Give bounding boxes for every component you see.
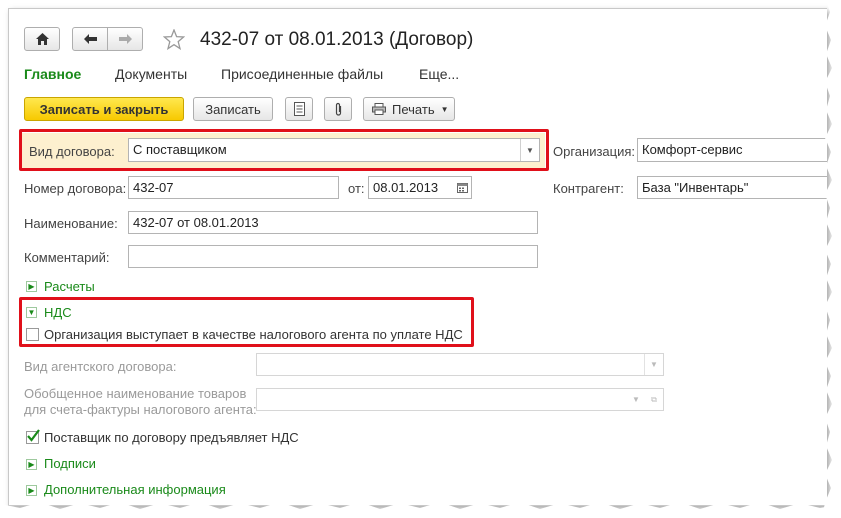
expand-icon[interactable]: ▶ xyxy=(26,281,37,292)
group-additional-info[interactable]: Дополнительная информация xyxy=(44,482,226,497)
tab-attached-files[interactable]: Присоединенные файлы xyxy=(221,66,383,82)
forward-button[interactable] xyxy=(107,27,143,51)
comment-input[interactable] xyxy=(128,245,538,268)
organization-label: Организация: xyxy=(553,144,636,159)
print-label: Печать xyxy=(392,101,435,117)
calendar-icon[interactable] xyxy=(453,177,471,198)
attach-button[interactable] xyxy=(324,97,352,121)
page-title: 432-07 от 08.01.2013 (Договор) xyxy=(200,29,474,50)
printer-icon xyxy=(372,103,386,115)
organization-field[interactable]: Комфорт-сервис xyxy=(637,138,827,162)
save-and-close-button[interactable]: Записать и закрыть xyxy=(24,97,184,121)
home-button[interactable] xyxy=(24,27,60,51)
tax-agent-checkbox[interactable] xyxy=(26,328,39,341)
tax-agent-checkbox-label: Организация выступает в качестве налогов… xyxy=(44,327,463,342)
expand-icon[interactable]: ▶ xyxy=(26,459,37,470)
supplier-vat-checkbox[interactable] xyxy=(26,429,40,444)
comment-label: Комментарий: xyxy=(24,250,110,265)
paperclip-icon xyxy=(335,102,341,116)
name-value: 432-07 от 08.01.2013 xyxy=(133,215,259,230)
contract-number-value: 432-07 xyxy=(133,180,174,195)
organization-value: Комфорт-сервис xyxy=(642,142,743,157)
home-icon xyxy=(35,33,49,45)
goods-name-label-line2: для счета-фактуры налогового агента: xyxy=(24,402,257,417)
back-button[interactable] xyxy=(72,27,108,51)
star-icon[interactable] xyxy=(163,29,185,50)
print-button[interactable]: Печать ▼ xyxy=(363,97,455,121)
chevron-down-icon: ▼ xyxy=(440,104,449,114)
document-window: 432-07 от 08.01.2013 (Договор) Главное Д… xyxy=(8,8,827,506)
name-input[interactable]: 432-07 от 08.01.2013 xyxy=(128,211,538,234)
contract-number-input[interactable]: 432-07 xyxy=(128,176,339,199)
chevron-down-icon: ▼ xyxy=(632,395,640,404)
goods-name-select: ▼ ⧉ xyxy=(256,388,664,411)
chevron-down-icon[interactable]: ▼ xyxy=(520,139,539,161)
counterparty-label: Контрагент: xyxy=(553,181,624,196)
date-value: 08.01.2013 xyxy=(373,180,439,195)
agent-contract-kind-select: ▼ xyxy=(256,353,664,376)
counterparty-value: База "Инвентарь" xyxy=(642,180,749,195)
open-icon: ⧉ xyxy=(651,394,657,404)
document-list-icon xyxy=(293,102,305,116)
collapse-icon[interactable]: ▼ xyxy=(26,307,37,318)
torn-edge-decoration xyxy=(821,0,841,518)
goods-name-label-line1: Обобщенное наименование товаров xyxy=(24,386,247,401)
date-label: от: xyxy=(348,181,365,196)
group-vat[interactable]: НДС xyxy=(44,305,72,320)
group-settlements[interactable]: Расчеты xyxy=(44,279,95,294)
tab-documents[interactable]: Документы xyxy=(115,66,187,82)
save-button[interactable]: Записать xyxy=(193,97,273,121)
supplier-vat-checkbox-label: Поставщик по договору предъявляет НДС xyxy=(44,430,299,445)
expand-icon[interactable]: ▶ xyxy=(26,485,37,496)
report-button[interactable] xyxy=(285,97,313,121)
arrow-left-icon xyxy=(83,34,97,44)
contract-kind-label: Вид договора: xyxy=(29,144,115,159)
date-input[interactable]: 08.01.2013 xyxy=(368,176,472,199)
tab-main[interactable]: Главное xyxy=(24,66,81,82)
checkmark-icon xyxy=(27,429,40,442)
arrow-right-icon xyxy=(118,34,132,44)
torn-bottom-decoration xyxy=(0,502,841,518)
agent-contract-kind-label: Вид агентского договора: xyxy=(24,359,177,374)
chevron-down-icon: ▼ xyxy=(644,354,663,375)
name-label: Наименование: xyxy=(24,216,118,231)
contract-number-label: Номер договора: xyxy=(24,181,127,196)
group-signatures[interactable]: Подписи xyxy=(44,456,96,471)
counterparty-field[interactable]: База "Инвентарь" xyxy=(637,176,827,199)
contract-kind-select[interactable]: С поставщиком ▼ xyxy=(128,138,540,162)
contract-kind-value: С поставщиком xyxy=(133,142,227,157)
tab-more[interactable]: Еще... xyxy=(419,66,459,82)
